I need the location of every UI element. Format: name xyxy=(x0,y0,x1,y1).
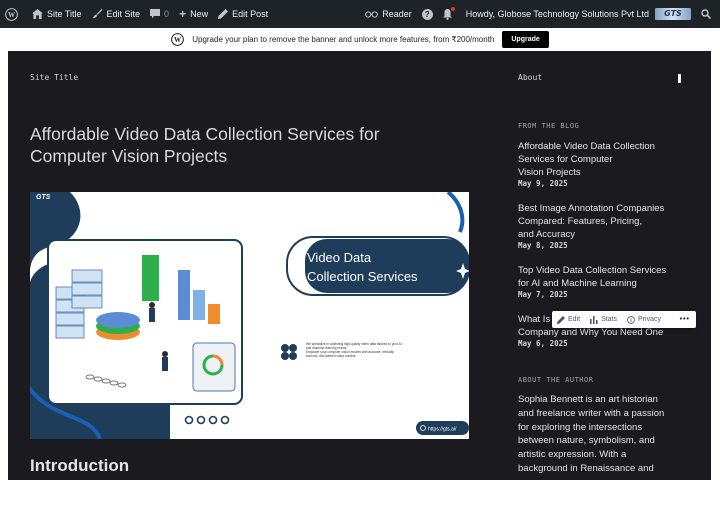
featured-url: https://gts.ai/ xyxy=(428,427,457,433)
upgrade-banner: W Upgrade your plan to remove the banner… xyxy=(0,28,720,51)
post-title-line: Services for Computer xyxy=(518,154,613,165)
post-date: May 9, 2025 xyxy=(518,179,568,188)
adminbar-site-title-label: Site Title xyxy=(47,9,82,19)
toolbar-stats-button[interactable]: Stats xyxy=(585,315,622,324)
pencil-icon xyxy=(557,315,565,324)
reader-glasses-icon xyxy=(365,10,379,18)
recent-post-item: Top Video Data Collection Services for A… xyxy=(518,264,688,299)
site-title-link[interactable]: Site Title xyxy=(30,73,78,82)
bio-line: artistic expression. With a xyxy=(518,449,627,461)
toolbar-privacy-label: Privacy xyxy=(638,316,661,323)
site-canvas: Site Title About Affordable Video Data C… xyxy=(8,51,711,480)
stats-bars-icon xyxy=(590,315,598,324)
adminbar-new[interactable]: + New xyxy=(174,0,213,28)
post-date: May 6, 2025 xyxy=(518,339,568,348)
bio-line: between nature, symbolism, and xyxy=(518,435,655,447)
recent-posts-list: Affordable Video Data Collection Service… xyxy=(518,140,688,362)
notification-dot xyxy=(450,6,455,11)
adminbar-help[interactable]: ? xyxy=(417,0,438,28)
comments-count: 0 xyxy=(164,9,170,19)
svg-text:W: W xyxy=(174,36,182,44)
post-title-line: Compared: Features, Pricing, xyxy=(518,216,643,227)
recent-post-link[interactable]: Top Video Data Collection Services for A… xyxy=(518,264,683,290)
toolbar-stats-label: Stats xyxy=(601,316,618,323)
nav-about-link[interactable]: About xyxy=(518,73,542,82)
toolbar-privacy-button[interactable]: Privacy xyxy=(622,315,666,324)
adminbar-edit-site[interactable]: Edit Site xyxy=(87,0,146,28)
post-title-line: Top Video Data Collection Services xyxy=(518,265,667,276)
account-avatar: GTS xyxy=(655,8,691,20)
post-title-line: Best Image Annotation Companies xyxy=(518,203,665,214)
comment-icon xyxy=(150,9,161,19)
help-icon: ? xyxy=(421,8,433,20)
adminbar-account[interactable]: Howdy, Globose Technology Solutions Pvt … xyxy=(461,0,696,28)
recent-post-item: Affordable Video Data Collection Service… xyxy=(518,140,688,188)
toolbar-more-button[interactable]: ••• xyxy=(680,316,696,323)
brush-icon xyxy=(92,9,103,19)
gts-brand-mark: GTS xyxy=(36,194,51,201)
adminbar-new-label: New xyxy=(190,9,209,19)
post-title-line: and Accuracy xyxy=(518,229,576,240)
post-date: May 7, 2025 xyxy=(518,290,568,299)
wordpress-icon: W xyxy=(5,7,18,21)
recent-post-link[interactable]: Best Image Annotation Companies Compared… xyxy=(518,202,683,241)
upgrade-button[interactable]: Upgrade xyxy=(502,31,549,48)
floating-post-toolbar: Edit Stats Privacy ••• xyxy=(552,311,696,328)
adminbar-reader-label: Reader xyxy=(382,9,412,19)
featured-blurb-line4: sourced, and labeled video content. xyxy=(306,354,356,358)
post-title-line: Vision Projects xyxy=(518,167,581,178)
adminbar-edit-post-label: Edit Post xyxy=(232,9,269,19)
bio-line: and freelance writer with a passion xyxy=(518,407,665,419)
howdy-label: Howdy, Globose Technology Solutions Pvt … xyxy=(465,9,649,19)
bell-icon xyxy=(442,6,455,20)
pencil-icon xyxy=(218,9,229,19)
adminbar-comments[interactable]: 0 xyxy=(145,0,174,28)
recent-post-item: Best Image Annotation Companies Compared… xyxy=(518,202,688,250)
adminbar-edit-site-label: Edit Site xyxy=(106,9,141,19)
featured-image: GTS Video Data Collection Services We sp… xyxy=(30,192,469,439)
toolbar-edit-button[interactable]: Edit xyxy=(552,315,585,324)
post-date: May 8, 2025 xyxy=(518,241,568,250)
bio-line: background in Renaissance and xyxy=(518,462,654,474)
adminbar-notifications[interactable] xyxy=(438,0,461,28)
recent-post-link[interactable]: Affordable Video Data Collection Service… xyxy=(518,140,683,179)
svg-text:W: W xyxy=(8,11,16,19)
home-icon xyxy=(32,9,43,19)
bio-line: for exploring the intersections xyxy=(518,421,643,433)
introduction-heading: Introduction xyxy=(30,456,130,475)
about-the-author-heading: ABOUT THE AUTHOR xyxy=(518,376,594,384)
from-the-blog-heading: FROM THE BLOG xyxy=(518,122,580,130)
menu-toggle-icon[interactable] xyxy=(678,74,681,83)
toolbar-edit-label: Edit xyxy=(568,316,581,323)
adminbar-edit-post[interactable]: Edit Post xyxy=(213,0,273,28)
plus-icon: + xyxy=(179,7,187,21)
post-title-line: for AI and Machine Learning xyxy=(518,278,637,289)
bio-line: Sophia Bennett is an art historian xyxy=(518,394,658,405)
wordpress-logo-icon: W xyxy=(171,33,185,46)
wordpress-logo-menu[interactable]: W xyxy=(0,0,27,28)
search-icon xyxy=(701,9,711,19)
admin-bar: W Site Title Edit Site 0 + New Edit Post xyxy=(0,0,720,28)
adminbar-search[interactable] xyxy=(696,0,720,28)
adminbar-reader[interactable]: Reader xyxy=(360,0,417,28)
featured-heading-line1: Video Data xyxy=(307,250,372,265)
featured-heading-line2: Collection Services xyxy=(307,269,418,284)
upgrade-banner-text: Upgrade your plan to remove the banner a… xyxy=(192,35,495,44)
info-icon xyxy=(627,315,635,324)
author-bio: Sophia Bennett is an art historian and f… xyxy=(518,393,683,476)
post-title: Affordable Video Data Collection Service… xyxy=(30,124,380,166)
adminbar-site-title[interactable]: Site Title xyxy=(27,0,87,28)
post-title-line: Affordable Video Data Collection xyxy=(518,141,655,152)
